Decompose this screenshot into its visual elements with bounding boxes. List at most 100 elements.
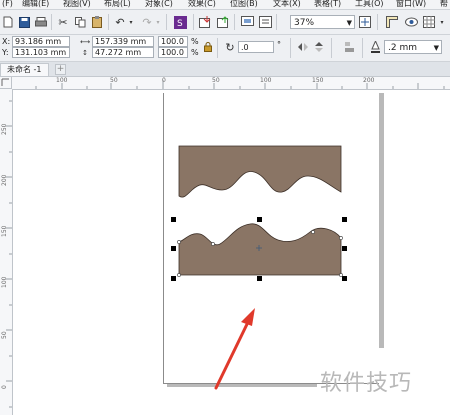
selection-handle[interactable]	[171, 246, 176, 251]
menu-effects[interactable]: 效果(C)	[188, 0, 216, 9]
ruler-mark: 50	[110, 77, 118, 84]
menu-edit[interactable]: 编辑(E)	[22, 0, 49, 9]
separator	[377, 14, 378, 30]
menu-tools[interactable]: 工具(O)	[355, 0, 384, 9]
menu-layout[interactable]: 布局(L)	[104, 0, 131, 9]
menu-table[interactable]: 表格(T)	[314, 0, 341, 9]
y-label: Y:	[2, 48, 9, 57]
menu-bar: (F) 编辑(E) 视图(V) 布局(L) 对象(C) 效果(C) 位图(B) …	[0, 0, 450, 10]
selection-handle[interactable]	[257, 276, 262, 281]
menu-view[interactable]: 视图(V)	[63, 0, 91, 9]
chevron-down-icon: ▼	[346, 19, 352, 27]
scale-height-field[interactable]: 100.0	[158, 47, 188, 58]
application-launcher-icon[interactable]	[240, 15, 254, 29]
menu-file[interactable]: (F)	[2, 0, 13, 9]
separator	[217, 38, 218, 58]
add-tab-button[interactable]: +	[55, 64, 66, 75]
rulers-icon[interactable]	[385, 15, 399, 29]
selection-handle[interactable]	[342, 276, 347, 281]
separator	[193, 14, 194, 30]
chevron-down-icon: ▼	[433, 44, 439, 52]
ruler-mark: 100	[1, 276, 8, 288]
ruler-mark: 150	[312, 77, 324, 84]
separator	[166, 14, 167, 30]
menu-object[interactable]: 对象(C)	[145, 0, 173, 9]
print-icon[interactable]	[35, 15, 47, 29]
selection-handle[interactable]	[342, 217, 347, 222]
show-view-icon[interactable]	[404, 15, 418, 29]
ruler-mark: 100	[56, 77, 68, 84]
object-width-field[interactable]: 157.339 mm	[92, 36, 154, 47]
separator	[234, 14, 235, 30]
ruler-mark: 150	[1, 225, 8, 237]
menu-window[interactable]: 窗口(W)	[396, 0, 426, 9]
ruler-mark: 0	[162, 77, 166, 84]
selection-handle[interactable]	[171, 217, 176, 222]
cut-icon[interactable]: ✂	[57, 15, 69, 29]
export-icon[interactable]	[216, 15, 230, 29]
toolbar-options-icon[interactable]: ▾	[438, 15, 446, 29]
grid-icon[interactable]	[422, 15, 436, 29]
menu-help[interactable]: 帮	[440, 0, 448, 9]
selection-handle[interactable]	[257, 217, 262, 222]
menu-text[interactable]: 文本(X)	[273, 0, 301, 9]
snap-to-icon[interactable]	[358, 15, 372, 29]
ruler-unit: 毫米	[0, 77, 1, 78]
vertical-ruler[interactable]: 250 200 150 100 50 0	[0, 89, 13, 415]
ruler-mark: 50	[1, 331, 8, 339]
redo-icon[interactable]: ↷	[140, 15, 154, 29]
ruler-mark: 200	[1, 174, 8, 186]
zoom-level-combo[interactable]: 37% ▼	[290, 15, 355, 29]
new-document-icon[interactable]	[2, 15, 14, 29]
object-height-field[interactable]: 47.272 mm	[92, 47, 154, 58]
undo-icon[interactable]: ↶	[113, 15, 127, 29]
height-icon: ↕	[82, 48, 88, 57]
menu-bitmaps[interactable]: 位图(B)	[230, 0, 258, 9]
search-content-icon[interactable]: S	[173, 15, 187, 29]
mirror-vertical-icon[interactable]	[312, 40, 326, 54]
degree-label: °	[277, 40, 281, 49]
percent-label: %	[191, 37, 199, 46]
y-position-field[interactable]: 131.103 mm	[12, 47, 70, 58]
mirror-horizontal-icon[interactable]	[296, 40, 310, 54]
ruler-origin-icon	[1, 78, 9, 86]
outline-pen-icon	[370, 40, 380, 54]
paste-icon[interactable]	[91, 15, 103, 29]
selection-handle[interactable]	[342, 246, 347, 251]
outline-width-value: .2 mm	[388, 43, 417, 53]
lock-ratio-icon[interactable]	[203, 41, 213, 53]
welcome-screen-icon[interactable]	[258, 15, 272, 29]
percent-label: %	[191, 48, 199, 57]
undo-dropdown-icon[interactable]: ▾	[128, 15, 134, 29]
selection-handle[interactable]	[171, 276, 176, 281]
ruler-mark: 50	[212, 77, 220, 84]
copy-icon[interactable]	[74, 15, 86, 29]
align-distribute-icon[interactable]	[343, 40, 357, 54]
ruler-mark: 0	[1, 385, 8, 389]
tab-untitled-1[interactable]: 未命名 -1	[0, 63, 49, 76]
x-position-field[interactable]: 93.186 mm	[12, 36, 70, 47]
x-label: X:	[2, 37, 11, 46]
width-icon: ⟷	[79, 37, 91, 46]
ruler-mark: 200	[363, 77, 375, 84]
horizontal-ruler[interactable]: 100 50 0 50 100 150 200	[12, 77, 450, 90]
import-icon[interactable]	[198, 15, 212, 29]
separator	[362, 38, 363, 58]
outline-width-combo[interactable]: .2 mm ▼	[384, 40, 442, 54]
ruler-mark: 100	[260, 77, 272, 84]
rotate-icon: ↻	[225, 40, 235, 54]
rotation-angle-field[interactable]: .0	[238, 41, 274, 53]
scale-width-field[interactable]: 100.0	[158, 36, 188, 47]
separator	[290, 38, 291, 58]
separator	[108, 14, 109, 30]
save-icon[interactable]	[18, 15, 30, 29]
separator	[331, 38, 332, 58]
vertical-ruler-ticks	[6, 100, 12, 408]
page-shadow-right	[379, 93, 384, 348]
zoom-level-value: 37%	[294, 18, 315, 28]
redo-dropdown-icon[interactable]: ▾	[155, 15, 161, 29]
watermark-text: 软件技巧	[320, 371, 413, 396]
document-tab-bar: 未命名 -1 +	[0, 62, 450, 77]
ruler-origin[interactable]: 毫米	[0, 77, 12, 89]
separator	[51, 14, 52, 30]
